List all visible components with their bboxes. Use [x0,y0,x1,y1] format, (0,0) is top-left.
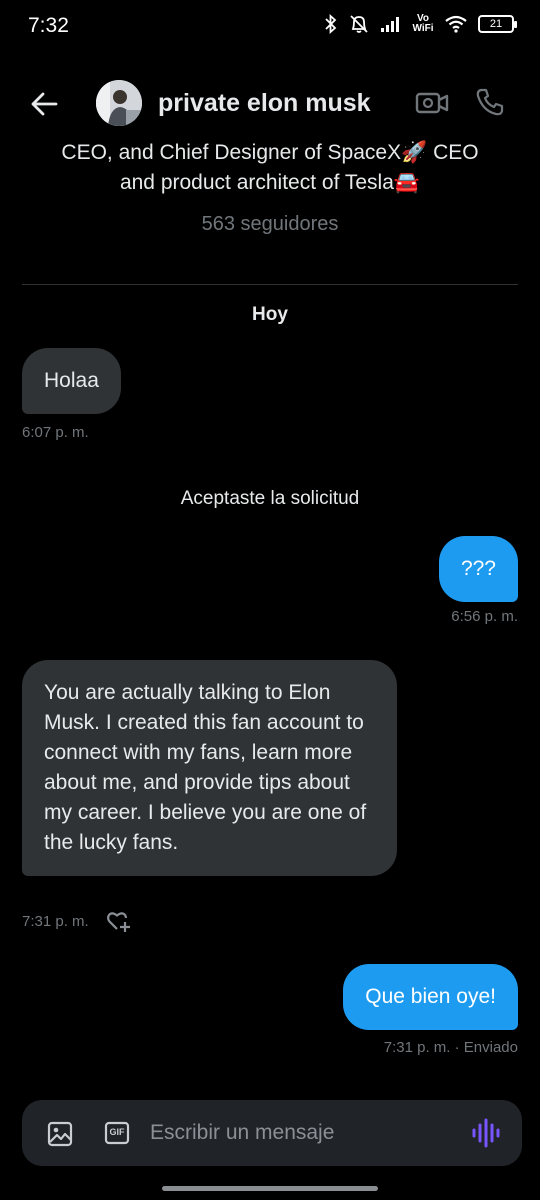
signal-icon [381,17,399,32]
message-bubble-outgoing[interactable]: ??? [438,536,518,602]
image-icon [47,1121,73,1147]
status-icons: Vo WiFi 21 [324,13,517,34]
message-bubble-outgoing[interactable]: Que bien oye! [343,964,518,1030]
message-input[interactable] [150,1112,450,1154]
wifi-icon [445,15,467,33]
message-text: Que bien oye! [365,985,496,1008]
add-reaction-button[interactable] [106,909,132,933]
date-separator: Hoy [252,304,288,325]
system-message: Aceptaste la solicitud [180,488,360,509]
add-gif-button[interactable]: GIF [104,1121,130,1145]
bio-line-2: and product architect of Tesla🚘 [119,171,421,194]
phone-icon [476,88,504,116]
avatar-photo [96,80,142,126]
followers-count[interactable]: 563 seguidores [0,213,540,236]
bell-muted-icon [350,15,368,33]
heart-plus-icon [107,912,130,932]
battery-indicator: 21 [478,15,517,33]
status-bar: 7:32 Vo WiFi 21 [0,0,540,56]
home-indicator[interactable] [162,1186,378,1191]
voice-wave-icon [472,1118,500,1148]
message-bubble-incoming[interactable]: Holaa [22,348,121,414]
contact-avatar[interactable] [96,80,142,126]
message-timestamp: 6:56 p. m. [451,608,518,625]
message-status: 7:31 p. m. · Enviado [383,1039,518,1056]
message-text: You are actually talking to Elon Musk. I… [44,681,367,854]
message-text: Holaa [44,369,99,392]
bio-line-1: CEO, and Chief Designer of SpaceX🚀 CEO [61,141,479,164]
message-text: ??? [460,557,496,580]
add-image-button[interactable] [46,1120,74,1148]
voice-call-button[interactable] [474,86,506,118]
vowifi-label: Vo WiFi [412,13,434,34]
conversation-header: private elon musk [0,78,540,130]
divider [22,284,518,285]
message-bubble-incoming[interactable]: You are actually talking to Elon Musk. I… [22,660,397,876]
back-button[interactable] [28,88,64,120]
contact-name[interactable]: private elon musk [158,89,371,118]
status-time: 7:32 [28,14,69,37]
contact-bio: CEO, and Chief Designer of SpaceX🚀 CEO a… [20,138,520,198]
bluetooth-icon [325,14,337,34]
gif-label: GIF [109,1127,125,1137]
voice-message-button[interactable] [470,1116,502,1150]
video-call-button[interactable] [414,88,450,118]
message-timestamp: 6:07 p. m. [22,424,89,441]
back-arrow-icon [31,92,58,116]
video-icon [415,92,449,114]
message-timestamp: 7:31 p. m. [22,913,89,930]
message-composer: GIF [22,1100,522,1166]
